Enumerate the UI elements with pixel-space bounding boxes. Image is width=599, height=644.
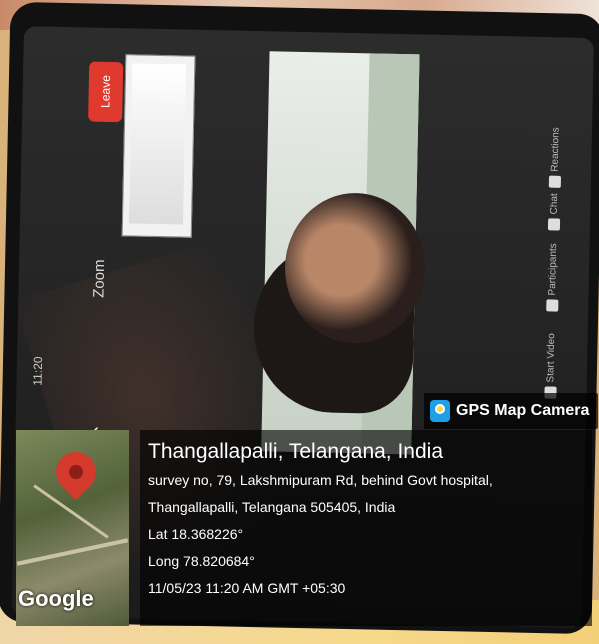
latitude: Lat 18.368226° — [148, 526, 244, 542]
address-line-1: survey no, 79, Lakshmipuram Rd, behind G… — [148, 472, 493, 488]
timestamp: 11/05/23 11:20 AM GMT +05:30 — [148, 580, 346, 596]
gps-camera-badge: GPS Map Camera — [424, 393, 598, 429]
thumbnail-content — [128, 63, 187, 225]
control-label: Chat — [548, 193, 561, 215]
self-view-thumbnail[interactable] — [121, 54, 196, 238]
control-label: Reactions — [549, 127, 562, 172]
participants-icon — [546, 299, 559, 312]
control-label: Participants — [547, 243, 560, 296]
map-thumbnail: Google — [16, 430, 129, 626]
gps-app-name: GPS Map Camera — [456, 402, 590, 419]
control-participants[interactable]: Participants — [546, 243, 560, 312]
control-chat[interactable]: Chat — [547, 193, 561, 231]
reactions-icon — [548, 175, 562, 188]
status-time: 11:20 — [30, 356, 46, 386]
chat-icon — [547, 218, 561, 231]
gps-camera-icon — [430, 400, 450, 422]
control-start-video[interactable]: Start Video — [544, 333, 557, 399]
location-pin-icon — [47, 443, 105, 501]
location-info-panel: Thangallapalli, Telangana, India survey … — [140, 430, 592, 626]
control-label: Start Video — [545, 333, 558, 383]
zoom-app-label[interactable]: Zoom — [90, 218, 109, 298]
leave-button[interactable]: Leave — [88, 61, 124, 123]
place-title: Thangallapalli, Telangana, India — [148, 440, 444, 463]
map-road — [16, 538, 129, 566]
control-reactions[interactable]: Reactions — [548, 127, 562, 188]
longitude: Long 78.820684° — [148, 553, 255, 569]
address-line-2: Thangallapalli, Telangana 505405, India — [148, 499, 396, 515]
participant-video — [252, 51, 427, 455]
google-logo: Google — [18, 586, 94, 611]
photo-scene: Leave Zoom 11:20 ‹ Start Video Participa… — [0, 0, 599, 644]
